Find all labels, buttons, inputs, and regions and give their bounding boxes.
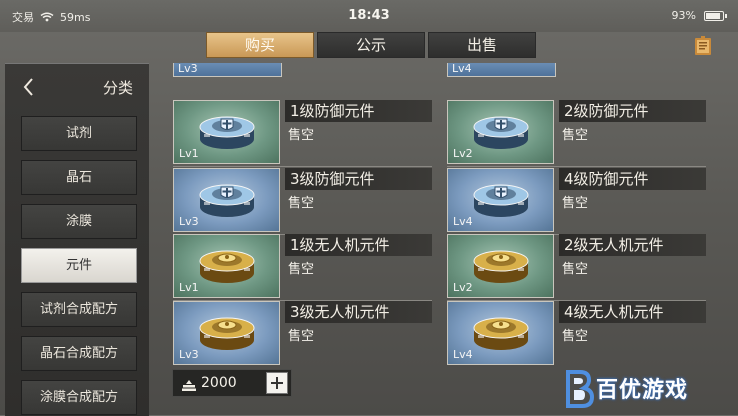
trade-tabs: 购买 公示 出售 [206,32,539,58]
item-thumb: Lv4 [447,168,554,232]
clock: 18:43 [348,8,390,23]
item-status: 售空 [562,196,589,211]
partial-item-thumb[interactable]: Lv4 [447,63,556,77]
sidebar-item-reagent[interactable]: 试剂 [21,116,137,151]
partial-item-thumb[interactable]: Lv3 [173,63,282,77]
item-card[interactable]: Lv3 3级防御元件 售空 [170,168,432,232]
item-thumb: Lv3 [173,168,280,232]
item-level: Lv4 [452,63,472,75]
item-name: 4级无人机元件 [559,301,706,323]
shield-component-icon [473,116,529,149]
add-currency-button[interactable] [266,372,288,394]
item-name: 3级无人机元件 [285,301,432,323]
item-thumb: Lv1 [173,100,280,164]
drone-component-icon [199,250,255,283]
item-thumb: Lv4 [447,301,554,365]
tab-announce[interactable]: 公示 [317,32,425,58]
status-bar: 交易 59ms 18:43 93% [0,0,738,32]
shield-component-icon [473,184,529,217]
item-status: 售空 [288,196,315,211]
item-level: Lv2 [453,281,473,294]
item-card[interactable]: Lv1 1级无人机元件 售空 [170,234,432,298]
row-divider [447,166,706,167]
item-name: 1级防御元件 [285,100,432,122]
status-right: 93% [671,9,727,22]
item-name: 4级防御元件 [559,168,706,190]
book-icon[interactable] [694,36,712,56]
currency-display: 2000 [172,369,292,397]
item-card[interactable]: Lv2 2级防御元件 售空 [444,100,706,164]
sidebar-item-coating-recipe[interactable]: 涂膜合成配方 [21,380,137,415]
item-thumb: Lv2 [447,234,554,298]
coin-stack-icon [181,377,197,391]
item-level: Lv3 [179,215,199,228]
drone-component-icon [473,317,529,350]
battery-percent: 93% [671,9,696,22]
item-card[interactable]: Lv4 4级防御元件 售空 [444,168,706,232]
b-logo-icon [560,368,596,416]
sidebar-item-crystal[interactable]: 晶石 [21,160,137,195]
item-thumb: Lv3 [173,301,280,365]
row-divider [173,166,432,167]
back-arrow-icon[interactable] [21,76,35,98]
shield-component-icon [199,184,255,217]
item-card[interactable]: Lv1 1级防御元件 售空 [170,100,432,164]
sidebar-title: 分类 [102,79,133,97]
item-name: 2级防御元件 [559,100,706,122]
item-card[interactable]: Lv4 4级无人机元件 售空 [444,301,706,365]
item-level: Lv1 [179,147,199,160]
item-name: 2级无人机元件 [559,234,706,256]
sidebar-item-coating[interactable]: 涂膜 [21,204,137,239]
item-level: Lv2 [453,147,473,160]
item-status: 售空 [288,128,315,143]
item-status: 售空 [562,128,589,143]
item-grid: Lv3 Lv4 Lv1 1级防御元件 售空 Lv2 2级防御元件 售空 Lv3 … [170,63,738,415]
item-status: 售空 [288,329,315,344]
item-thumb: Lv2 [447,100,554,164]
tab-sell[interactable]: 出售 [428,32,536,58]
item-level: Lv4 [453,348,473,361]
watermark: 百优游戏 [560,366,738,415]
item-level: Lv1 [179,281,199,294]
item-level: Lv3 [178,63,198,75]
sidebar-header: 分类 [5,64,149,110]
tab-buy[interactable]: 购买 [206,32,314,58]
item-card[interactable]: Lv3 3级无人机元件 售空 [170,301,432,365]
item-level: Lv3 [179,348,199,361]
item-status: 售空 [562,329,589,344]
item-name: 3级防御元件 [285,168,432,190]
battery-icon [704,10,727,21]
item-thumb: Lv1 [173,234,280,298]
item-status: 售空 [562,262,589,277]
item-card[interactable]: Lv2 2级无人机元件 售空 [444,234,706,298]
item-status: 售空 [288,262,315,277]
drone-component-icon [199,317,255,350]
sidebar-item-component[interactable]: 元件 [21,248,137,283]
sidebar-item-reagent-recipe[interactable]: 试剂合成配方 [21,292,137,327]
drone-component-icon [473,250,529,283]
currency-amount: 2000 [201,375,237,391]
item-level: Lv4 [453,215,473,228]
item-name: 1级无人机元件 [285,234,432,256]
battery-fill [706,12,720,19]
watermark-text: 百优游戏 [596,378,689,403]
category-sidebar: 分类 试剂 晶石 涂膜 元件 试剂合成配方 晶石合成配方 涂膜合成配方 [5,63,149,416]
sidebar-item-crystal-recipe[interactable]: 晶石合成配方 [21,336,137,371]
shield-component-icon [199,116,255,149]
